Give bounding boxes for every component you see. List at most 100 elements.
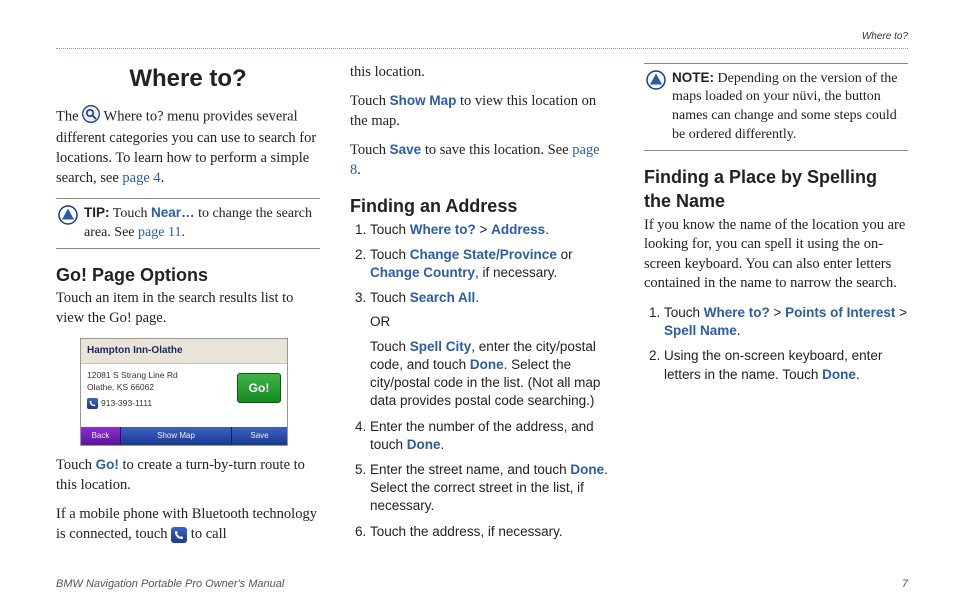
where-to-link: Where to? bbox=[410, 222, 476, 237]
text: Enter the number of the address, and tou… bbox=[370, 419, 594, 452]
text: . bbox=[856, 367, 860, 382]
page-11-link[interactable]: page 11 bbox=[138, 225, 181, 240]
list-item: Enter the street name, and touch Done. S… bbox=[370, 461, 614, 516]
footer-manual-title: BMW Navigation Portable Pro Owner's Manu… bbox=[56, 577, 284, 592]
go-page-paragraph: Touch an item in the search results list… bbox=[56, 289, 320, 328]
finding-address-heading: Finding an Address bbox=[350, 194, 614, 218]
list-item: Touch Where to? > Address. bbox=[370, 221, 614, 239]
text: Touch bbox=[350, 93, 390, 109]
go-button[interactable]: Go! bbox=[237, 373, 281, 403]
ds-bottom-bar: Back Show Map Save bbox=[81, 427, 287, 445]
text: , if necessary. bbox=[475, 265, 557, 280]
near-link: Near… bbox=[151, 205, 195, 220]
save-link: Save bbox=[390, 142, 422, 157]
or-text: OR bbox=[370, 313, 614, 331]
go-page-heading: Go! Page Options bbox=[56, 263, 320, 287]
text: Enter the street name, and touch bbox=[370, 462, 570, 477]
done-link: Done bbox=[470, 357, 504, 372]
done-link: Done bbox=[570, 462, 604, 477]
text: The bbox=[56, 109, 82, 125]
tip-label: TIP: bbox=[84, 205, 110, 220]
phone-icon bbox=[171, 527, 187, 543]
text: to save this location. See bbox=[421, 142, 572, 158]
list-item: Touch Change State/Province or Change Co… bbox=[370, 246, 614, 282]
spell-name-steps-list: Touch Where to? > Points of Interest > S… bbox=[644, 304, 908, 384]
page: Where to? Where to? The Where to? menu p… bbox=[0, 0, 954, 585]
show-map-button[interactable]: Show Map bbox=[121, 427, 232, 445]
go-instruction: Touch Go! to create a turn-by-turn route… bbox=[56, 456, 320, 495]
text: . bbox=[161, 170, 165, 186]
continuation: this location. bbox=[350, 63, 614, 83]
text: > bbox=[770, 305, 785, 320]
text: . bbox=[545, 222, 549, 237]
back-button[interactable]: Back bbox=[81, 427, 121, 445]
text: . bbox=[357, 162, 361, 178]
page-footer: BMW Navigation Portable Pro Owner's Manu… bbox=[56, 577, 908, 592]
tip-box: TIP: Touch Near… to change the search ar… bbox=[56, 198, 320, 249]
go-link: Go! bbox=[96, 457, 119, 472]
save-button[interactable]: Save bbox=[232, 427, 287, 445]
page-title: Where to? bbox=[56, 63, 320, 95]
text: . bbox=[475, 290, 479, 305]
done-link: Done bbox=[822, 367, 856, 382]
note-icon bbox=[646, 70, 666, 97]
list-item: Touch Where to? > Points of Interest > S… bbox=[664, 304, 908, 340]
spell-name-link: Spell Name bbox=[664, 323, 737, 338]
list-item: Touch the address, if necessary. bbox=[370, 523, 614, 541]
header-divider bbox=[56, 48, 908, 49]
ds-phone: 913-393-1111 bbox=[101, 397, 152, 409]
where-to-link: Where to? bbox=[704, 305, 770, 320]
text: . bbox=[441, 437, 445, 452]
ds-title: Hampton Inn-Olathe bbox=[81, 339, 287, 364]
column-1: Where to? The Where to? menu provides se… bbox=[56, 63, 320, 555]
show-map-link: Show Map bbox=[390, 93, 457, 108]
text: Touch bbox=[370, 290, 410, 305]
text: Touch bbox=[370, 222, 410, 237]
ds-addr1: 12081 S Strang Line Rd bbox=[87, 369, 178, 381]
text: Touch bbox=[664, 305, 704, 320]
note-label: NOTE: bbox=[672, 70, 714, 85]
note-text: NOTE: Depending on the version of the ma… bbox=[672, 69, 906, 146]
spell-name-paragraph: If you know the name of the location you… bbox=[644, 216, 908, 294]
content-columns: Where to? The Where to? menu provides se… bbox=[56, 63, 908, 555]
text: . bbox=[737, 323, 741, 338]
show-map-paragraph: Touch Show Map to view this location on … bbox=[350, 92, 614, 131]
phone-icon bbox=[87, 398, 98, 409]
text: Touch bbox=[110, 206, 152, 221]
text: to call bbox=[187, 526, 226, 542]
spell-city-link: Spell City bbox=[410, 339, 472, 354]
text: Touch bbox=[350, 142, 390, 158]
text: or bbox=[557, 247, 573, 262]
list-item: Using the on-screen keyboard, enter lett… bbox=[664, 347, 908, 383]
list-item: Enter the number of the address, and tou… bbox=[370, 418, 614, 454]
spell-name-heading: Finding a Place by Spelling the Name bbox=[644, 165, 908, 214]
text: Touch bbox=[370, 247, 410, 262]
page-4-link[interactable]: page 4 bbox=[122, 170, 160, 186]
section-label: Where to? bbox=[56, 30, 908, 44]
address-steps-list: Touch Where to? > Address. Touch Change … bbox=[350, 221, 614, 541]
done-link: Done bbox=[407, 437, 441, 452]
ds-addr2: Olathe, KS 66062 bbox=[87, 381, 178, 393]
spell-city-text: Touch Spell City, enter the city/postal … bbox=[370, 338, 614, 411]
text: Touch bbox=[370, 339, 410, 354]
search-all-link: Search All bbox=[410, 290, 476, 305]
device-screenshot: Hampton Inn-Olathe 12081 S Strang Line R… bbox=[80, 338, 288, 446]
text: > bbox=[476, 222, 491, 237]
column-3: NOTE: Depending on the version of the ma… bbox=[644, 63, 908, 555]
intro-paragraph: The Where to? menu provides several diff… bbox=[56, 105, 320, 188]
tip-icon bbox=[58, 205, 78, 232]
tip-text: TIP: Touch Near… to change the search ar… bbox=[84, 204, 318, 243]
text: > bbox=[895, 305, 907, 320]
text: . bbox=[181, 225, 185, 240]
change-country-link: Change Country bbox=[370, 265, 475, 280]
ds-phone-row: 913-393-1111 bbox=[87, 397, 178, 409]
page-number: 7 bbox=[902, 577, 908, 592]
list-item: Touch Search All. OR Touch Spell City, e… bbox=[370, 289, 614, 410]
bluetooth-paragraph: If a mobile phone with Bluetooth technol… bbox=[56, 505, 320, 544]
ds-body: 12081 S Strang Line Rd Olathe, KS 66062 … bbox=[81, 364, 287, 428]
poi-link: Points of Interest bbox=[785, 305, 895, 320]
column-2: this location. Touch Show Map to view th… bbox=[350, 63, 614, 555]
address-link: Address bbox=[491, 222, 545, 237]
magnifier-icon bbox=[82, 105, 100, 130]
note-box: NOTE: Depending on the version of the ma… bbox=[644, 63, 908, 152]
